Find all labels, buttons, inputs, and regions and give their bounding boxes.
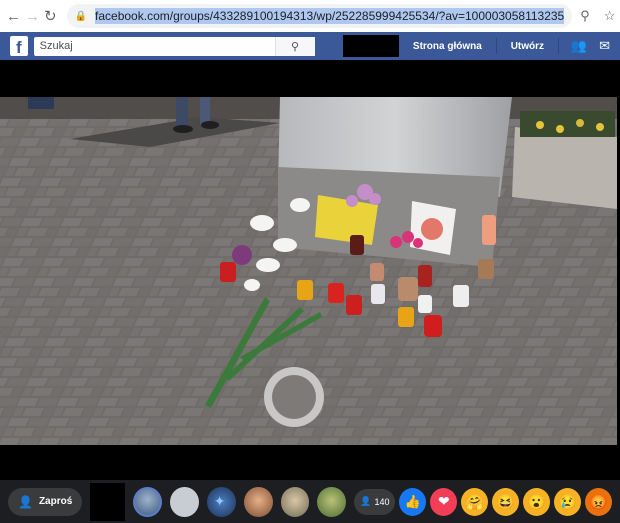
viewer-avatar[interactable] (280, 486, 310, 517)
forward-arrow-icon[interactable]: → (25, 5, 40, 27)
live-toolbar: 👤 Zaproś ✦ 👤 140 👍 ❤ 🤗 😆 😮 😢 😡 (0, 480, 620, 523)
viewer-avatar[interactable] (317, 486, 347, 517)
address-bar[interactable]: 🔒 facebook.com/groups/433289100194313/wp… (66, 4, 573, 28)
care-reaction-icon[interactable]: 🤗 (461, 487, 489, 516)
lock-icon: 🔒 (74, 10, 88, 22)
angry-reaction-icon[interactable]: 😡 (585, 487, 613, 516)
home-link[interactable]: Strona główna (413, 41, 482, 52)
friends-icon[interactable]: 👥 (571, 38, 587, 54)
video-player[interactable] (0, 60, 620, 480)
create-link[interactable]: Utwórz (511, 41, 544, 52)
search-bar: ⚲ (33, 36, 315, 56)
divider (558, 38, 559, 54)
zoom-icon[interactable]: ⚲ (580, 8, 590, 24)
messenger-icon[interactable]: ✉ (599, 38, 610, 54)
viewer-avatar[interactable] (169, 486, 199, 517)
person-icon: 👤 (360, 496, 372, 506)
redacted-profile (342, 35, 399, 57)
search-input[interactable] (39, 40, 275, 52)
screen: ← → ↻ 🔒 facebook.com/groups/433289100194… (0, 0, 620, 523)
viewer-count-value: 140 (374, 496, 390, 507)
reload-icon[interactable]: ↻ (44, 5, 57, 27)
divider (495, 38, 497, 54)
viewer-count[interactable]: 👤 140 (354, 488, 396, 515)
viewer-avatar[interactable] (132, 486, 162, 517)
search-button[interactable]: ⚲ (274, 36, 315, 56)
facebook-logo[interactable]: f (10, 36, 28, 56)
browser-toolbar: ← → ↻ 🔒 facebook.com/groups/433289100194… (0, 0, 620, 32)
address-bar-actions: ⚲ ☆ (580, 8, 615, 24)
like-reaction-icon[interactable]: 👍 (399, 487, 427, 516)
star-icon[interactable]: ☆ (604, 8, 616, 24)
invite-label: Zaproś (38, 496, 73, 507)
search-icon: ⚲ (290, 40, 300, 53)
memorial-scene (0, 97, 617, 445)
facebook-header: f ⚲ Strona główna Utwórz 👥 ✉ (0, 32, 620, 60)
viewer-avatar[interactable]: ✦ (206, 486, 236, 517)
love-reaction-icon[interactable]: ❤ (430, 487, 458, 516)
redacted-area (90, 482, 125, 521)
add-person-icon: 👤 (18, 494, 33, 509)
url-text[interactable]: facebook.com/groups/433289100194313/wp/2… (95, 8, 565, 24)
invite-button[interactable]: 👤 Zaproś (8, 487, 83, 516)
viewer-avatar[interactable] (243, 486, 273, 517)
video-frame[interactable] (0, 97, 617, 445)
sad-reaction-icon[interactable]: 😢 (554, 487, 582, 516)
haha-reaction-icon[interactable]: 😆 (492, 487, 520, 516)
butterfly-icon: ✦ (213, 492, 226, 509)
wow-reaction-icon[interactable]: 😮 (523, 487, 551, 516)
back-arrow-icon[interactable]: ← (6, 5, 21, 27)
